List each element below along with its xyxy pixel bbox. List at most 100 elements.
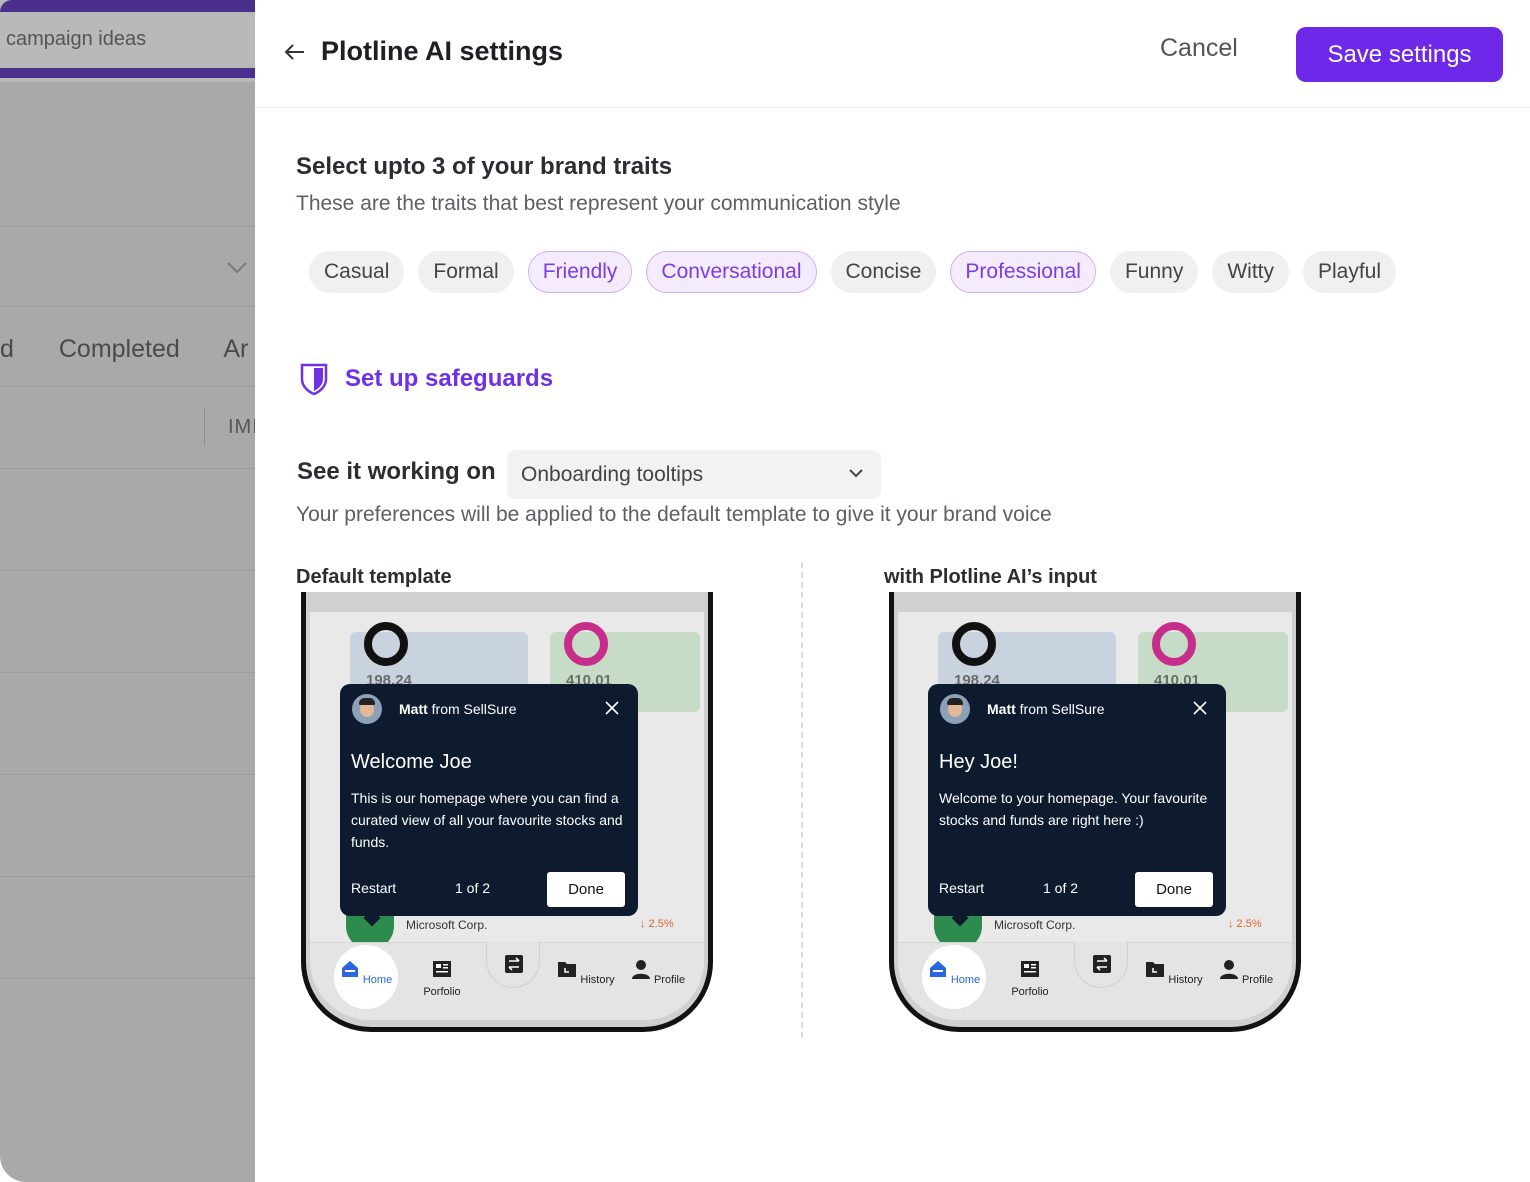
tooltip-done-button[interactable]: Done — [547, 872, 625, 907]
trait-chip-concise[interactable]: Concise — [830, 251, 937, 293]
nav-trade-button[interactable] — [486, 942, 540, 988]
onboarding-tooltip: Matt from SellSure Hey Joe! Welcome to y… — [928, 684, 1226, 927]
background-divider — [0, 306, 255, 307]
trait-chip-professional[interactable]: Professional — [950, 251, 1096, 293]
nav-label: History — [580, 974, 615, 986]
shield-icon — [299, 362, 329, 396]
trait-chip-formal[interactable]: Formal — [418, 251, 514, 293]
background-divider — [0, 672, 255, 673]
tooltip-sender: Matt from SellSure — [399, 701, 516, 717]
portfolio-icon — [1021, 961, 1039, 977]
nav-trade-button[interactable] — [1074, 942, 1128, 988]
trait-chip-casual[interactable]: Casual — [309, 251, 405, 293]
nav-label: History — [1168, 974, 1203, 986]
sender-from: from SellSure — [1019, 701, 1105, 717]
nav-item-history[interactable]: History — [1144, 959, 1204, 986]
nav-label: Home — [950, 974, 981, 986]
back-arrow-icon[interactable] — [283, 40, 307, 68]
background-divider — [0, 978, 255, 979]
profile-icon — [1219, 960, 1238, 979]
nav-item-home[interactable]: Home — [336, 959, 396, 986]
stock-logo — [364, 622, 408, 666]
swap-icon — [505, 955, 523, 973]
tooltip-sender: Matt from SellSure — [987, 701, 1104, 717]
trait-chips: Casual Formal Friendly Conversational Co… — [309, 251, 1397, 293]
background-tab: Ar — [223, 335, 249, 363]
background-divider — [0, 570, 255, 571]
default-phone-preview: 198.24 410.01 Microsoft Corp. ↓ 2.5% Mat… — [301, 592, 713, 1032]
onboarding-tooltip: Matt from SellSure Welcome Joe This is o… — [340, 684, 638, 927]
background-stripe — [0, 68, 255, 78]
profile-icon — [631, 960, 650, 979]
stock-logo — [952, 622, 996, 666]
setup-safeguards-link[interactable]: Set up safeguards — [299, 362, 553, 396]
background-column-header: IMI — [228, 416, 255, 438]
nav-item-profile[interactable]: Profile — [1216, 959, 1276, 986]
save-settings-button[interactable]: Save settings — [1296, 27, 1503, 82]
background-tab: Completed — [58, 335, 180, 363]
background-tabs: d Completed Ar — [0, 335, 255, 364]
home-icon — [929, 961, 946, 977]
tooltip-restart[interactable]: Restart — [351, 880, 396, 896]
nav-item-profile[interactable]: Profile — [628, 959, 688, 986]
nav-label: Home — [362, 974, 393, 986]
nav-label: Porfolio — [1011, 986, 1049, 998]
nav-label: Porfolio — [423, 986, 461, 998]
home-icon — [341, 961, 358, 977]
stock-name: Microsoft Corp. — [994, 918, 1076, 932]
background-divider — [0, 468, 255, 469]
default-template-label: Default template — [296, 566, 452, 588]
nav-label: Profile — [653, 974, 686, 986]
tooltip-title: Welcome Joe — [351, 751, 472, 773]
background-tab: d — [0, 335, 14, 363]
sender-name: Matt — [399, 701, 428, 717]
nav-label: Profile — [1241, 974, 1274, 986]
nav-item-portfolio[interactable]: Porfolio — [412, 959, 472, 998]
background-divider — [0, 876, 255, 877]
background-divider — [0, 226, 255, 227]
sender-name: Matt — [987, 701, 1016, 717]
nav-home-highlight: Home — [922, 945, 986, 1009]
stock-change: ↓ 2.5% — [1228, 918, 1262, 930]
stock-logo — [564, 622, 608, 666]
traits-subtitle: These are the traits that best represent… — [296, 192, 901, 215]
trait-chip-conversational[interactable]: Conversational — [646, 251, 817, 293]
portfolio-icon — [433, 961, 451, 977]
settings-panel: Plotline AI settings Cancel Save setting… — [255, 0, 1530, 1182]
background-divider — [0, 386, 255, 387]
background-divider — [0, 774, 255, 775]
phone-frame: 198.24 410.01 Microsoft Corp. ↓ 2.5% Mat… — [889, 592, 1301, 1032]
stock-change: ↓ 2.5% — [640, 918, 674, 930]
close-icon[interactable] — [1192, 700, 1208, 716]
nav-item-home[interactable]: Home — [924, 959, 984, 986]
phone-screen: 198.24 410.01 Microsoft Corp. ↓ 2.5% Mat… — [310, 612, 704, 1020]
trait-chip-funny[interactable]: Funny — [1109, 251, 1199, 293]
phone-frame: 198.24 410.01 Microsoft Corp. ↓ 2.5% Mat… — [301, 592, 713, 1032]
nav-item-history[interactable]: History — [556, 959, 616, 986]
stock-logo — [1152, 622, 1196, 666]
tooltip-done-button[interactable]: Done — [1135, 872, 1213, 907]
sender-from: from SellSure — [431, 701, 517, 717]
nav-item-portfolio[interactable]: Porfolio — [1000, 959, 1060, 998]
traits-title: Select upto 3 of your brand traits — [296, 153, 673, 180]
chevron-down-icon — [226, 255, 248, 281]
chevron-down-icon — [849, 469, 863, 478]
safeguards-label: Set up safeguards — [345, 365, 554, 392]
tooltip-body: Welcome to your homepage. Your favourite… — [939, 790, 1208, 828]
cancel-button[interactable]: Cancel — [1160, 34, 1238, 63]
ai-phone-preview: 198.24 410.01 Microsoft Corp. ↓ 2.5% Mat… — [889, 592, 1301, 1032]
tooltip-restart[interactable]: Restart — [939, 880, 984, 896]
trait-chip-witty[interactable]: Witty — [1212, 251, 1289, 293]
trait-chip-playful[interactable]: Playful — [1302, 251, 1397, 293]
phone-screen: 198.24 410.01 Microsoft Corp. ↓ 2.5% Mat… — [898, 612, 1292, 1020]
trait-chip-friendly[interactable]: Friendly — [527, 251, 633, 293]
tooltip-body: This is our homepage where you can find … — [351, 790, 623, 850]
swap-icon — [1093, 955, 1111, 973]
avatar — [352, 694, 382, 724]
tooltip-step-count: 1 of 2 — [1043, 880, 1079, 896]
background-column-divider — [204, 408, 205, 446]
template-select[interactable]: Onboarding tooltips — [507, 450, 881, 499]
close-icon[interactable] — [604, 700, 620, 716]
ai-template-label: with Plotline AI’s input — [884, 566, 1097, 588]
background-stripe — [0, 0, 255, 12]
